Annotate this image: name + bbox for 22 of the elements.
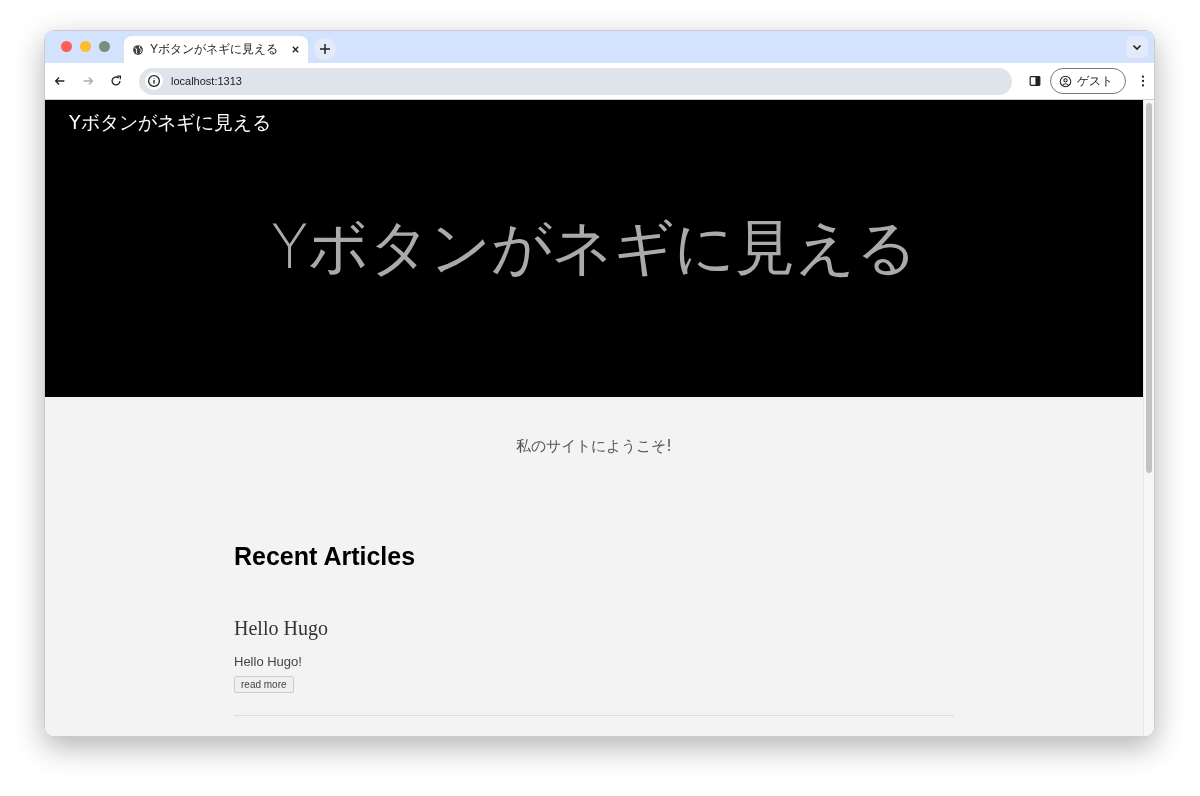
browser-tab[interactable]: Yボタンがネギに見える xyxy=(124,36,308,63)
side-panel-icon[interactable] xyxy=(1028,74,1042,88)
read-more-link[interactable]: read more xyxy=(234,676,294,693)
chevron-down-icon[interactable] xyxy=(1126,36,1148,58)
site-title-link[interactable]: Yボタンがネギに見える xyxy=(69,110,271,136)
profile-button[interactable]: ゲスト xyxy=(1050,68,1126,94)
welcome-text: 私のサイトにようこそ! xyxy=(515,437,673,456)
maximize-window-icon[interactable] xyxy=(99,41,110,52)
hero-title: Yボタンがネギに見える xyxy=(271,211,917,284)
info-icon[interactable] xyxy=(145,72,163,90)
scrollbar[interactable] xyxy=(1143,100,1154,736)
user-icon xyxy=(1059,74,1072,88)
article-title[interactable]: Hello Hugo xyxy=(234,617,954,640)
section-heading: Recent Articles xyxy=(234,542,417,571)
close-icon[interactable] xyxy=(291,45,300,54)
article-summary: Hello Hugo! xyxy=(234,654,303,669)
menu-icon[interactable] xyxy=(1140,74,1146,88)
globe-icon xyxy=(132,43,144,56)
new-tab-icon[interactable] xyxy=(314,38,336,60)
address-bar[interactable]: localhost:1313 xyxy=(139,67,1012,95)
back-arrow-icon[interactable] xyxy=(53,74,67,88)
reload-icon[interactable] xyxy=(109,74,123,88)
